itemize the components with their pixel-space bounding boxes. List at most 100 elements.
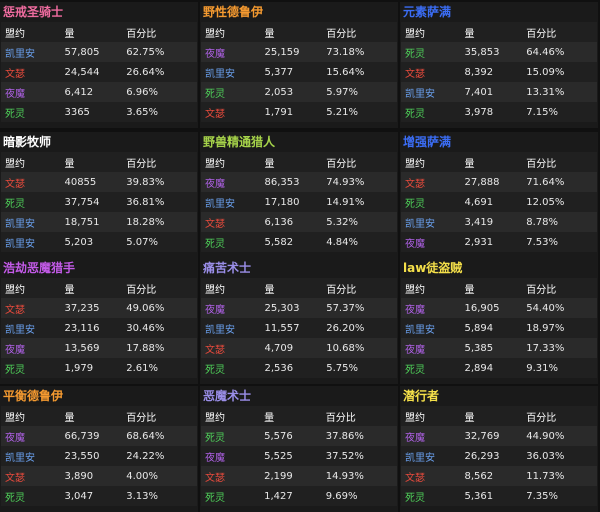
table-row: 夜魔 86,353 74.93% (201, 172, 397, 192)
table-header-row: 盟约 量 百分比 (1, 406, 197, 426)
count-cell: 13,569 (64, 342, 100, 354)
header-covenant: 盟约 (205, 158, 225, 170)
count-cell: 32,769 (464, 430, 500, 442)
covenant-cell: 文瑟 (405, 178, 425, 190)
class-panel: 野兽精通猎人 盟约 量 百分比夜魔 86,353 74.93% 凯里安 17,180 14.91… (200, 132, 398, 258)
covenant-cell: 凯里安 (5, 48, 35, 60)
percent-cell: 13.31% (526, 86, 565, 98)
percent-cell: 71.64% (526, 176, 565, 188)
class-panel: 惩戒圣骑士 盟约 量 百分比 凯里安 57,805 62.75% 文瑟 24,544 26.64%… (0, 2, 198, 128)
header-count: 量 (64, 28, 75, 40)
percent-cell: 17.88% (126, 342, 165, 354)
percent-cell: 5.21% (326, 106, 358, 118)
header-percent: 百分比 (126, 412, 157, 424)
class-title: 暗影牧师 (3, 135, 52, 149)
table-row: 死灵 2,053 5.97% (201, 82, 397, 102)
header-percent: 百分比 (526, 28, 557, 40)
header-count: 量 (464, 284, 475, 296)
table-header-row: 盟约 量 百分比 (1, 152, 197, 172)
class-panel: 浩劫恶魔猎手 盟约 量 百分比 文瑟 37,235 49.06% 凯里安 23,116 30.46… (0, 258, 198, 384)
table-row: 死灵 4,691 12.05% (401, 192, 597, 212)
class-panel: 野性德鲁伊盟约 量 百分比 夜魔 25,159 73.18% 凯里安 5,377 15.64% 死… (200, 2, 398, 128)
table-row: 夜魔 16,905 54.40% (401, 298, 597, 318)
percent-cell: 9.31% (526, 362, 558, 374)
percent-cell: 37.52% (325, 450, 364, 462)
covenant-table: 盟约 量 百分比 夜魔 66,739 68.64% 凯里安 23,550 24.22% 文瑟 3,8… (1, 406, 197, 506)
table-row: 夜魔 32,769 44.90% (401, 426, 597, 446)
header-count: 量 (64, 284, 75, 296)
covenant-cell: 文瑟 (205, 472, 225, 484)
covenant-cell: 夜魔 (405, 432, 425, 444)
table-row: 死灵 5,361 7.35% (401, 486, 597, 506)
percent-cell: 39.83% (126, 176, 165, 188)
percent-cell: 26.64% (126, 66, 165, 78)
covenant-cell: 夜魔 (405, 238, 425, 250)
table-row: 凯里安 57,805 62.75% (1, 42, 197, 62)
table-row: 夜魔 5,385 17.33% (401, 338, 597, 358)
covenant-cell: 凯里安 (205, 198, 235, 210)
covenant-cell: 文瑟 (5, 304, 25, 316)
count-cell: 6,412 (64, 86, 94, 98)
class-title: 野性德鲁伊 (203, 5, 264, 19)
header-covenant: 盟约 (205, 284, 225, 296)
covenant-cell: 死灵 (205, 364, 225, 376)
table-row: 凯里安 26,293 36.03% (401, 446, 597, 466)
count-cell: 17,180 (264, 196, 300, 208)
table-row: 凯里安 23,116 30.46% (1, 318, 197, 338)
count-cell: 4,691 (464, 196, 494, 208)
header-percent: 百分比 (126, 284, 157, 296)
covenant-cell: 文瑟 (205, 108, 225, 120)
header-covenant: 盟约 (405, 158, 425, 170)
class-panel: 增强萨满 盟约 量 百分比 文瑟 27,888 71.64% 死灵 4,691 12.05% 凯里安… (400, 132, 598, 258)
class-title: 浩劫恶魔猎手 (3, 261, 76, 275)
covenant-cell: 凯里安 (405, 324, 435, 336)
covenant-table: 盟约 量 百分比 夜魔 25,159 73.18% 凯里安 5,377 15.64% 死灵 2,05… (201, 22, 397, 122)
class-title: 潜行者 (403, 389, 440, 403)
class-panel: 潜行者 盟约 量 百分比 夜魔 32,769 44.90% 凯里安 26,293 36.03% 文瑟… (400, 386, 598, 512)
count-cell: 5,576 (264, 430, 293, 442)
header-covenant: 盟约 (205, 412, 225, 424)
count-cell: 18,751 (64, 216, 100, 228)
count-cell: 5,361 (464, 490, 494, 502)
table-header-row: 盟约 量 百分比 (401, 278, 597, 298)
table-header-row: 盟约 量 百分比 (201, 152, 397, 172)
header-percent: 百分比 (326, 284, 357, 296)
table-row: 夜魔 25,159 73.18% (201, 42, 397, 62)
count-cell: 37,235 (64, 302, 100, 314)
covenant-cell: 死灵 (5, 492, 25, 504)
header-percent: 百分比 (526, 158, 557, 170)
header-count: 量 (264, 158, 275, 170)
covenant-cell: 文瑟 (405, 68, 425, 80)
class-title: 元素萨满 (403, 5, 452, 19)
table-header-row: 盟约 量 百分比 (401, 152, 597, 172)
table-row: 夜魔 2,931 7.53% (401, 232, 597, 252)
header-covenant: 盟约 (5, 284, 25, 296)
count-cell: 8,392 (464, 66, 494, 78)
percent-cell: 17.33% (526, 342, 565, 354)
percent-cell: 7.15% (526, 106, 558, 118)
count-cell: 5,377 (264, 66, 294, 78)
percent-cell: 5.97% (326, 86, 358, 98)
covenant-cell: 文瑟 (405, 472, 425, 484)
header-covenant: 盟约 (5, 28, 25, 40)
table-row: 凯里安 23,550 24.22% (1, 446, 197, 466)
count-cell: 2,199 (264, 470, 293, 482)
covenant-cell: 文瑟 (5, 178, 25, 190)
percent-cell: 8.78% (526, 216, 558, 228)
count-cell: 2,894 (464, 362, 494, 374)
header-percent: 百分比 (326, 158, 357, 170)
covenant-cell: 死灵 (205, 238, 225, 250)
percent-cell: 3.65% (126, 106, 158, 118)
header-covenant: 盟约 (205, 28, 225, 40)
percent-cell: 7.53% (526, 236, 558, 248)
table-row: 死灵 37,754 36.81% (1, 192, 197, 212)
count-cell: 3365 (64, 106, 90, 118)
percent-cell: 14.91% (326, 196, 365, 208)
percent-cell: 30.46% (126, 322, 165, 334)
class-title: 野兽精通猎人 (203, 135, 276, 149)
count-cell: 4,709 (264, 342, 294, 354)
class-covenant-grid: 惩戒圣骑士 盟约量百分比 凯里安 57,805 62.75% 文瑟 24,544 26.64%… (0, 0, 600, 512)
table-row: 文瑟 3,890 4.00% (1, 466, 197, 486)
header-count: 量 (264, 284, 275, 296)
covenant-cell: 夜魔 (205, 452, 225, 464)
